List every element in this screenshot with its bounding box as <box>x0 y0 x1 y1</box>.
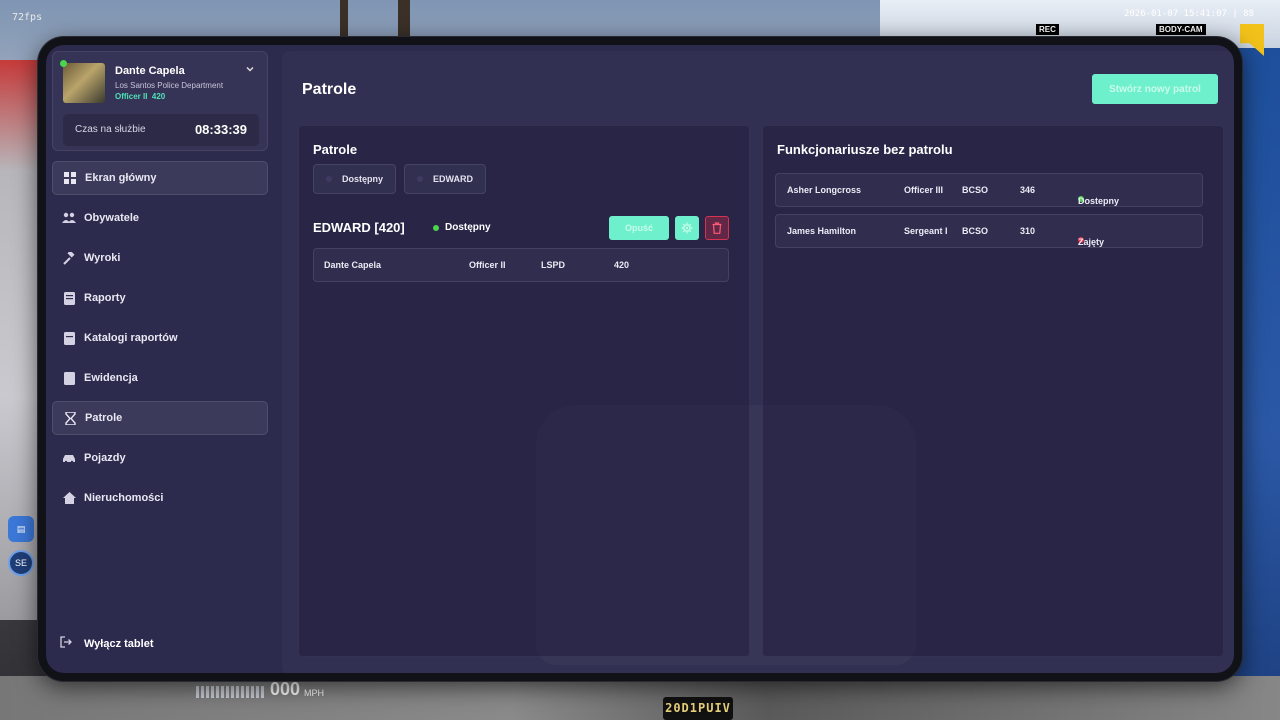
status-dot <box>433 224 439 231</box>
officer-status-label: Dostepny <box>1078 196 1120 206</box>
free-officers-panel: Funkcjonariusze bez patrolu Asher Longcr… <box>762 125 1224 657</box>
sidebar-item-label: Pojazdy <box>84 452 126 464</box>
car-icon <box>62 451 76 465</box>
duty-label: Czas na służbie <box>75 124 146 135</box>
profile-department: Los Santos Police Department <box>115 81 224 90</box>
profile-rank-label: Officer II <box>115 92 148 101</box>
member-badge: 420 <box>614 260 630 270</box>
sidebar-item-katalogi-raportow[interactable]: Katalogi raportów <box>52 321 268 355</box>
page-title: Patrole <box>302 81 357 98</box>
hourglass-icon <box>63 411 77 425</box>
profile-card: Dante Capela Los Santos Police Departmen… <box>52 51 268 151</box>
duty-time: 08:33:39 <box>194 122 247 137</box>
avatar <box>63 63 105 103</box>
patrol-member-row[interactable]: Dante Capela Officer II LSPD 420 <box>313 248 729 282</box>
background-ground <box>0 676 1280 720</box>
officer-dept: BCSO <box>962 185 989 195</box>
officer-name: Asher Longcross <box>787 185 862 195</box>
patrols-panel-title: Patrole <box>313 142 358 157</box>
online-indicator <box>60 60 67 67</box>
speedometer: 000 MPH <box>196 678 324 698</box>
tablet-screen: Dante Capela Los Santos Police Departmen… <box>46 45 1234 673</box>
officer-dept: BCSO <box>962 226 989 236</box>
sidebar-item-label: Ewidencja <box>84 372 138 384</box>
speed-unit: MPH <box>304 688 325 698</box>
free-officers-title: Funkcjonariusze bez patrolu <box>777 142 953 157</box>
filter-available[interactable]: Dostępny <box>313 164 397 194</box>
create-patrol-button[interactable]: Stwórz nowy patrol <box>1092 74 1218 104</box>
rec-label: REC <box>1036 24 1059 35</box>
mdt-tablet: Dante Capela Los Santos Police Departmen… <box>38 37 1242 681</box>
house-icon <box>62 491 76 505</box>
profile-name: Dante Capela <box>115 65 185 77</box>
sidebar-item-nieruchomosci[interactable]: Nieruchomości <box>52 481 268 515</box>
filter-edward[interactable]: EDWARD <box>404 164 487 194</box>
se-badge: SE <box>8 550 34 576</box>
duty-timer: Czas na służbie 08:33:39 <box>63 114 259 146</box>
profile-rank: Officer II 420 <box>115 92 165 101</box>
folder-icon <box>62 331 76 345</box>
officer-badge: 346 <box>1020 185 1036 195</box>
profile-badge: 420 <box>151 92 166 101</box>
officer-row[interactable]: James Hamilton Sergeant I BCSO 310 Zajęt… <box>775 214 1203 248</box>
report-icon <box>62 291 76 305</box>
filter-dot <box>326 176 332 182</box>
officer-status-label: Zajęty <box>1078 237 1105 247</box>
sidebar-item-pojazdy[interactable]: Pojazdy <box>52 441 268 475</box>
logout-button[interactable]: Wyłącz tablet <box>60 636 154 651</box>
sidebar-item-obywatele[interactable]: Obywatele <box>52 201 268 235</box>
grid-icon <box>63 171 77 185</box>
member-name: Dante Capela <box>324 260 382 270</box>
sidebar-item-patrole[interactable]: Patrole <box>52 401 268 435</box>
officer-rank: Sergeant I <box>904 226 948 236</box>
sidebar-nav: Ekran główny Obywatele Wyroki Raporty Ka… <box>52 161 268 521</box>
sidebar-item-label: Katalogi raportów <box>84 332 178 344</box>
patrol-header: EDWARD [420] Dostępny Opuść <box>313 216 731 242</box>
gavel-icon <box>62 251 76 265</box>
officer-rank: Officer III <box>904 185 944 195</box>
speed-value: 000 <box>270 679 301 699</box>
sidebar-item-label: Raporty <box>84 292 126 304</box>
sidebar-item-label: Nieruchomości <box>84 492 164 504</box>
sidebar: Dante Capela Los Santos Police Departmen… <box>46 45 282 673</box>
fps-counter: 72fps <box>12 12 43 23</box>
sidebar-item-raporty[interactable]: Raporty <box>52 281 268 315</box>
patrols-panel: Patrole Dostępny EDWARD EDWARD [420] Dos… <box>298 125 750 657</box>
bodycam-timestamp: 2026-01-07 15:41:07 | 88 <box>1123 9 1254 19</box>
logout-label: Wyłącz tablet <box>84 637 154 650</box>
bodycam-label: BODY-CAM <box>1156 24 1206 35</box>
calendar-icon: ▤ <box>8 516 34 542</box>
sidebar-item-label: Ekran główny <box>85 172 157 184</box>
gear-icon[interactable] <box>675 216 699 240</box>
speed-bars <box>196 686 266 698</box>
patrol-filters: Dostępny EDWARD <box>313 164 487 194</box>
bodycam-overlay: 2026-01-07 15:41:07 | 88 REC BODY-CAM <box>1030 6 1266 56</box>
main-content: Patrole Stwórz nowy patrol Patrole Dostę… <box>282 51 1234 673</box>
filter-dot <box>417 176 424 182</box>
patrol-status: Dostępny <box>433 222 491 233</box>
leave-patrol-button[interactable]: Opuść <box>609 216 669 240</box>
sidebar-item-wyroki[interactable]: Wyroki <box>52 241 268 275</box>
chevron-down-icon[interactable] <box>243 64 257 78</box>
filter-label: EDWARD <box>433 174 474 184</box>
officer-row[interactable]: Asher Longcross Officer III BCSO 346 Dos… <box>775 173 1203 207</box>
patrol-status-label: Dostępny <box>445 222 491 233</box>
background-pole <box>340 0 348 42</box>
logout-icon <box>60 636 72 651</box>
officer-name: James Hamilton <box>787 226 857 236</box>
users-icon <box>62 211 76 225</box>
license-plate: 20D1PUIV <box>663 697 733 720</box>
filter-label: Dostępny <box>342 174 384 184</box>
sidebar-item-label: Wyroki <box>84 252 121 264</box>
evidence-icon <box>62 371 76 385</box>
patrol-name: EDWARD [420] <box>313 220 405 235</box>
officer-badge: 310 <box>1020 226 1036 236</box>
sidebar-item-label: Patrole <box>85 412 123 424</box>
sidebar-item-ekran-glowny[interactable]: Ekran główny <box>52 161 268 195</box>
sidebar-item-ewidencja[interactable]: Ewidencja <box>52 361 268 395</box>
trash-icon[interactable] <box>705 216 729 240</box>
sidebar-item-label: Obywatele <box>84 212 140 224</box>
member-rank: Officer II <box>469 260 506 270</box>
member-dept: LSPD <box>541 260 566 270</box>
